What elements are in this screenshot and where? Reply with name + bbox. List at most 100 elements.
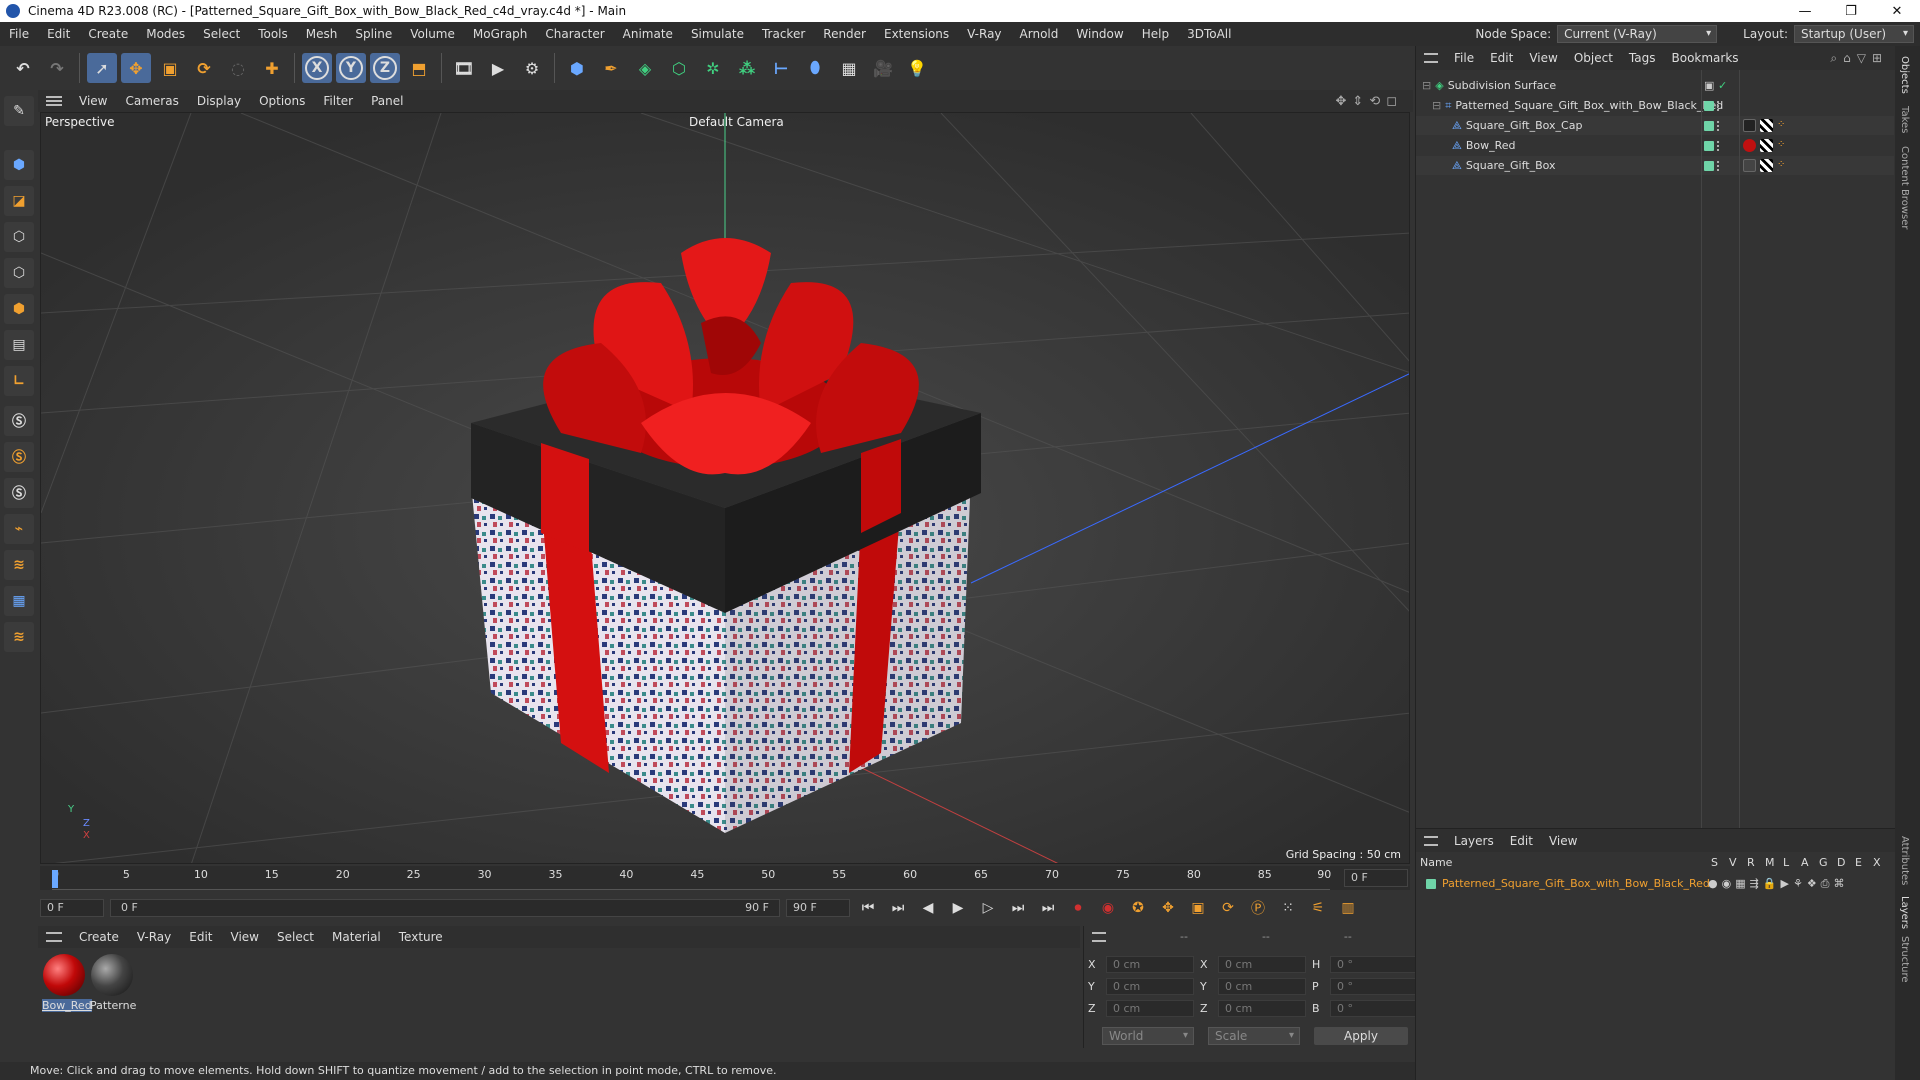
field-icon[interactable]: ⬮ [800, 53, 830, 83]
frame-range-slider[interactable]: 0 F 90 F [110, 899, 780, 917]
floor-icon[interactable]: ▦ [834, 53, 864, 83]
material-menu-select[interactable]: Select [268, 930, 323, 944]
layers-menu-layers[interactable]: Layers [1446, 834, 1502, 848]
search-filter-icons[interactable]: ⌕⌂▽⊞ [1830, 51, 1888, 66]
camera-icon[interactable]: 🎥 [868, 53, 898, 83]
menu-3dtoall[interactable]: 3DToAll [1178, 27, 1240, 41]
menu-simulate[interactable]: Simulate [682, 27, 753, 41]
layer-color-swatch[interactable] [1704, 140, 1714, 151]
menu-extensions[interactable]: Extensions [875, 27, 958, 41]
layers-menu-view[interactable]: View [1541, 834, 1585, 848]
motion-icon[interactable]: ⚟ [1306, 897, 1330, 919]
tab-objects[interactable]: Objects [1899, 56, 1910, 94]
hamburger-icon[interactable] [1424, 53, 1438, 63]
auto-key-icon[interactable]: ◉ [1096, 897, 1120, 919]
layer-color-swatch[interactable] [1704, 100, 1714, 111]
phong-tag-icon[interactable]: ⁘ [1777, 159, 1790, 172]
layer-row[interactable]: Patterned_Square_Gift_Box_with_Bow_Black… [1416, 874, 1894, 893]
axis-x-button[interactable]: X [302, 53, 332, 83]
deformer-icon[interactable]: ⊢ [766, 53, 796, 83]
timeline-icon[interactable]: ▥ [1336, 897, 1360, 919]
checkmark-icon[interactable]: ✓ [1718, 79, 1727, 92]
layer-flag-e[interactable]: E [1855, 856, 1862, 869]
3d-viewport[interactable]: Perspective Default Camera Grid Spacing … [40, 112, 1410, 864]
rotation-p-field[interactable]: 0 ° [1330, 978, 1418, 995]
material-menu-create[interactable]: Create [70, 930, 128, 944]
menu-animate[interactable]: Animate [614, 27, 682, 41]
go-to-start-icon[interactable]: ⏮ [856, 897, 880, 919]
cloner-icon[interactable]: ✲ [698, 53, 728, 83]
layer-flag-r[interactable]: R [1747, 856, 1755, 869]
layer-color-swatch[interactable] [1704, 160, 1714, 171]
subdivision-surface-icon[interactable]: ◈ [630, 53, 660, 83]
previous-frame-icon[interactable]: ◀ [916, 897, 940, 919]
menu-vray[interactable]: V-Ray [958, 27, 1010, 41]
object-row-gift-box-cap[interactable]: ⟁ Square_Gift_Box_Cap ⁘ [1416, 116, 1894, 135]
render-settings-icon[interactable]: ⚙ [517, 53, 547, 83]
viewport-camera-name[interactable]: Default Camera [689, 115, 784, 129]
material-menu-vray[interactable]: V-Ray [128, 930, 180, 944]
coordinate-system-icon[interactable]: ⬒ [404, 53, 434, 83]
position-y-field[interactable]: 0 cm [1106, 978, 1194, 995]
redo-icon[interactable]: ↷ [42, 53, 72, 83]
layout-dropdown[interactable]: Startup (User) [1794, 25, 1914, 43]
material-swatch-bow-red[interactable]: Bow_Red [42, 954, 92, 1012]
layer-flag-g[interactable]: G [1819, 856, 1828, 869]
rotation-b-field[interactable]: 0 ° [1330, 1000, 1418, 1017]
objects-menu-object[interactable]: Object [1566, 51, 1621, 65]
material-menu-material[interactable]: Material [323, 930, 390, 944]
menu-tools[interactable]: Tools [249, 27, 297, 41]
layer-flag-l[interactable]: L [1783, 856, 1789, 869]
objects-menu-file[interactable]: File [1446, 51, 1482, 65]
uvw-tag-icon[interactable] [1760, 119, 1773, 132]
menu-volume[interactable]: Volume [401, 27, 464, 41]
timeline-ruler[interactable]: 0 5 10 15 20 25 30 35 40 45 50 55 60 65 … [40, 866, 1410, 890]
magnet-icon[interactable]: ⌁ [4, 514, 34, 544]
layer-color-swatch[interactable] [1704, 120, 1714, 131]
node-space-dropdown[interactable]: Current (V-Ray) [1557, 25, 1718, 43]
uv-mode-icon[interactable]: ▤ [4, 330, 34, 360]
points-mode-icon[interactable]: ⬡ [4, 222, 34, 252]
phong-tag-icon[interactable]: ⁘ [1777, 139, 1790, 152]
current-frame-field[interactable]: 0 F [1344, 869, 1408, 887]
hamburger-icon[interactable] [46, 932, 62, 942]
menu-help[interactable]: Help [1133, 27, 1178, 41]
grid-lock-icon[interactable]: ▦ [4, 586, 34, 616]
previous-key-icon[interactable]: ⏭ [886, 897, 910, 919]
menu-mesh[interactable]: Mesh [297, 27, 347, 41]
make-editable-icon[interactable]: ✎ [4, 96, 34, 126]
material-tag-icon[interactable] [1743, 139, 1756, 152]
object-row-gift-box[interactable]: ⟁ Square_Gift_Box ⁘ [1416, 156, 1894, 175]
material-tag-icon[interactable] [1743, 159, 1756, 172]
menu-character[interactable]: Character [536, 27, 613, 41]
light-bulb-icon[interactable]: 💡 [902, 53, 932, 83]
viewport-menu-panel[interactable]: Panel [362, 94, 412, 108]
hamburger-icon[interactable] [46, 96, 62, 106]
next-key-icon[interactable]: ⏭ [1006, 897, 1030, 919]
layer-flag-v[interactable]: V [1729, 856, 1737, 869]
maximize-button[interactable]: ❐ [1828, 4, 1874, 19]
phong-tag-icon[interactable]: ⁘ [1777, 119, 1790, 132]
viewport-menu-filter[interactable]: Filter [314, 94, 362, 108]
axis-mode-icon[interactable]: ∟ [4, 366, 34, 396]
material-menu-texture[interactable]: Texture [390, 930, 452, 944]
menu-mograph[interactable]: MoGraph [464, 27, 537, 41]
menu-arnold[interactable]: Arnold [1011, 27, 1068, 41]
scale-tool-icon[interactable]: ▣ [155, 53, 185, 83]
collapse-icon[interactable]: ⊟ [1422, 79, 1431, 92]
visibility-dots-icon[interactable] [1717, 100, 1721, 111]
material-menu-view[interactable]: View [222, 930, 268, 944]
layer-flag-s[interactable]: S [1711, 856, 1718, 869]
hamburger-icon[interactable] [1424, 835, 1438, 846]
next-frame-icon[interactable]: ▷ [976, 897, 1000, 919]
menu-window[interactable]: Window [1067, 27, 1132, 41]
edges-mode-icon[interactable]: ⬡ [4, 258, 34, 288]
position-z-field[interactable]: 0 cm [1106, 1000, 1194, 1017]
objects-menu-tags[interactable]: Tags [1621, 51, 1664, 65]
viewport-menu-options[interactable]: Options [250, 94, 314, 108]
viewport-menu-view[interactable]: View [70, 94, 116, 108]
texture-mode-icon[interactable]: ◪ [4, 186, 34, 216]
objects-menu-view[interactable]: View [1521, 51, 1565, 65]
play-icon[interactable]: ▶ [946, 897, 970, 919]
objects-menu-bookmarks[interactable]: Bookmarks [1664, 51, 1747, 65]
